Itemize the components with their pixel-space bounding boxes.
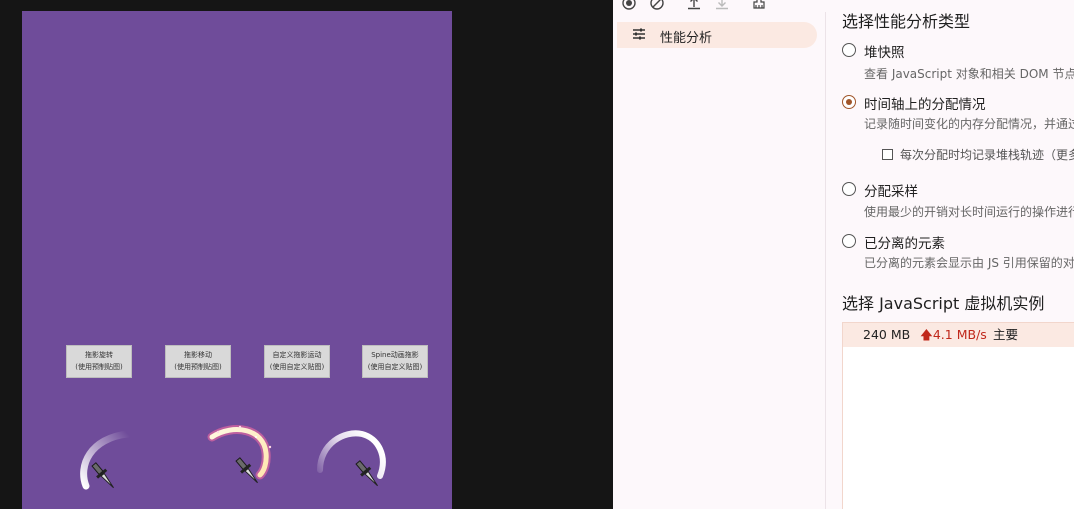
move-trail-button[interactable]: 拖影移动 (使用预制贴图) — [165, 345, 231, 378]
clear-icon[interactable] — [650, 0, 664, 10]
record-icon[interactable] — [622, 0, 636, 10]
vm-instance-row[interactable]: 240 MB 🡅4.1 MB/s 主要 — [843, 323, 1074, 347]
devtools-memory-panel: 性能分析 选择性能分析类型 堆快照 查看 JavaScript 对象和相关 DO… — [613, 0, 1074, 509]
arrow-up-icon: 🡅 — [920, 327, 933, 342]
profiles-sidebar: 性能分析 — [613, 12, 826, 509]
spine-trail-button[interactable]: Spine动画拖影 (使用自定义贴图) — [362, 345, 428, 378]
sidebar-item-profiling[interactable]: 性能分析 — [617, 22, 817, 48]
game-canvas[interactable]: 拖影旋转 (使用预制贴图) 拖影移动 (使用预制贴图) 自定义拖影运动 (使用自… — [22, 11, 452, 509]
download-icon[interactable] — [715, 0, 729, 10]
profiling-type-heading: 选择性能分析类型 — [842, 12, 971, 31]
garbage-collect-icon[interactable] — [752, 0, 766, 10]
allocation-sampling-label[interactable]: 分配采样 — [864, 180, 918, 200]
button-label: 拖影移动 — [184, 351, 212, 359]
record-stack-traces-label[interactable]: 每次分配时均记录堆栈轨迹（更多开 — [900, 146, 1074, 163]
allocation-rate-value: 4.1 MB/s — [932, 327, 987, 342]
heap-snapshot-description: 查看 JavaScript 对象和相关 DOM 节点 — [864, 67, 1074, 81]
allocation-timeline-description: 记录随时间变化的内存分配情况，并通过 — [864, 117, 1074, 131]
button-label: Spine动画拖影 — [371, 351, 419, 359]
button-sublabel: (使用自定义贴图) — [269, 363, 325, 371]
button-label: 自定义拖影运动 — [272, 351, 322, 359]
vm-instance-name: 主要 — [993, 327, 1019, 342]
sliders-icon — [631, 26, 647, 46]
rotate-trail-button[interactable]: 拖影旋转 (使用预制贴图) — [66, 345, 132, 378]
heap-snapshot-radio[interactable] — [842, 43, 856, 57]
allocation-sampling-description: 使用最少的开销对长时间运行的操作进行 — [864, 205, 1074, 219]
allocation-timeline-radio[interactable] — [842, 95, 856, 109]
detached-elements-label[interactable]: 已分离的元素 — [864, 232, 945, 252]
heap-size: 240 MB — [863, 327, 911, 342]
detached-elements-radio[interactable] — [842, 234, 856, 248]
move-trail-effect — [207, 425, 272, 484]
dagger-icon — [91, 462, 114, 489]
custom-trail-effect — [317, 430, 386, 487]
custom-trail-button[interactable]: 自定义拖影运动 (使用自定义贴图) — [264, 345, 330, 378]
sidebar-item-label: 性能分析 — [660, 31, 713, 46]
allocation-sampling-radio[interactable] — [842, 182, 856, 196]
upload-icon[interactable] — [687, 0, 701, 10]
profiling-type-panel: 选择性能分析类型 堆快照 查看 JavaScript 对象和相关 DOM 节点 … — [825, 0, 1074, 509]
vm-instance-heading: 选择 JavaScript 虚拟机实例 — [842, 294, 1045, 313]
detached-elements-description: 已分离的元素会显示由 JS 引用保留的对 — [864, 256, 1074, 270]
memory-toolbar — [613, 0, 825, 12]
record-stack-traces-checkbox[interactable] — [882, 149, 893, 160]
button-label: 拖影旋转 — [85, 351, 113, 359]
heap-snapshot-label[interactable]: 堆快照 — [864, 41, 905, 61]
rotate-trail-effect — [80, 430, 132, 490]
allocation-timeline-label[interactable]: 时间轴上的分配情况 — [864, 93, 986, 113]
vm-instance-list: 240 MB 🡅4.1 MB/s 主要 — [842, 322, 1074, 509]
button-sublabel: (使用预制贴图) — [75, 363, 123, 371]
allocation-rate: 🡅4.1 MB/s — [920, 323, 987, 347]
button-sublabel: (使用预制贴图) — [174, 363, 222, 371]
button-sublabel: (使用自定义贴图) — [367, 363, 423, 371]
